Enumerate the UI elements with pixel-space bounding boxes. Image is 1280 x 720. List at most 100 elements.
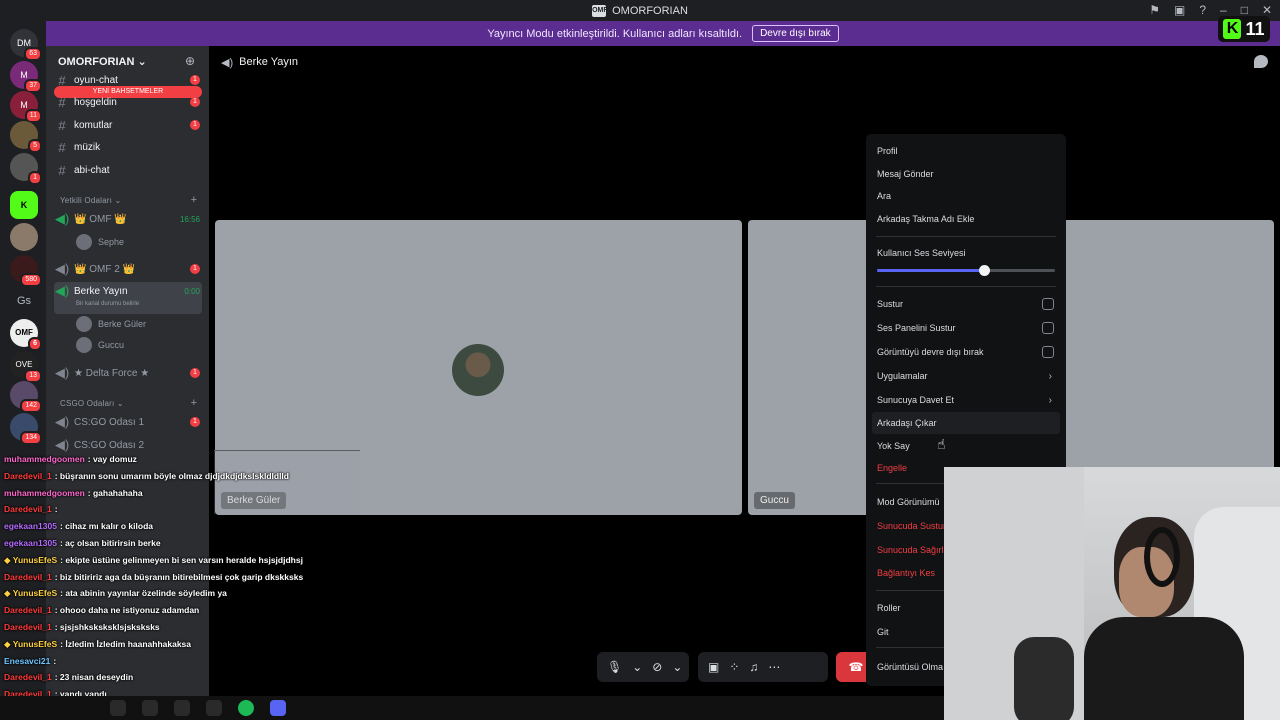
invite-icon[interactable]: ⊕ [185, 54, 195, 68]
camera-off-icon[interactable]: ⊘ [652, 660, 662, 674]
chat-bubble-icon[interactable] [1254, 55, 1268, 68]
microphone-icon[interactable]: 🎙 [607, 660, 622, 674]
app-icon[interactable] [206, 700, 222, 716]
chat-username: Daredevil_1 [4, 605, 52, 616]
menu-item-remove-friend[interactable]: Arkadaşı Çıkar [872, 412, 1060, 434]
help-icon[interactable]: ? [1199, 3, 1206, 17]
voice-channel-omf-2[interactable]: ◀) 👑 OMF 2 👑 1 [54, 259, 204, 279]
spotify-icon[interactable] [238, 700, 254, 716]
voice-channel-berke-yayin[interactable]: ◀) Berke Yayın 0:00 [54, 281, 204, 301]
guild-icon[interactable]: M 11 [10, 91, 42, 123]
speaker-icon: ◀) [54, 365, 70, 380]
chat-username: muhammedgoomen [4, 454, 85, 464]
streamer-mode-text: Yayıncı Modu etkinleştirildi. Kullanıcı … [487, 27, 743, 40]
checkbox[interactable] [1042, 298, 1054, 310]
soundboard-icon[interactable]: ♫ [749, 660, 758, 674]
chat-username: egekaan1305 [4, 521, 57, 532]
maximize-button[interactable]: □ [1241, 3, 1248, 17]
chevron-right-icon: › [1048, 394, 1052, 406]
screen-icon[interactable]: ▣ [1174, 3, 1185, 17]
user-volume-slider[interactable] [877, 265, 1055, 276]
app-icon[interactable] [174, 700, 190, 716]
headset [1144, 527, 1180, 587]
checkbox[interactable] [1042, 322, 1054, 334]
chevron-down-icon[interactable]: ⌄ [632, 660, 642, 674]
menu-item-invite-to-server[interactable]: Sunucuya Davet Et › [872, 389, 1060, 411]
guild-icon[interactable]: 134 [10, 413, 42, 445]
screen-share-icon[interactable]: ▣ [708, 660, 719, 674]
chat-text: : vay domuz [87, 454, 137, 464]
guild-icon[interactable]: OMF 6 [10, 319, 42, 351]
channel-komutlar[interactable]: # komutlar 1 [54, 115, 204, 135]
voice-member[interactable]: Sephe [76, 234, 124, 250]
guild-icon[interactable]: 1 [10, 153, 42, 185]
menu-item-profile[interactable]: Profil [872, 140, 1060, 162]
mention-badge: 1 [190, 264, 200, 274]
menu-item-add-nickname[interactable]: Arkadaş Takma Adı Ekle [872, 208, 1060, 230]
chat-username: ◆ YunusEfeS [4, 588, 58, 599]
menu-item-call[interactable]: Ara [872, 185, 1060, 207]
chat-text: : 23 nisan deseydin [54, 672, 134, 683]
chat-username: Daredevil_1 [4, 622, 52, 632]
guild-icon[interactable] [10, 223, 38, 251]
chat-message: Daredevil_1: ohooo daha ne istiyonuz ada… [4, 605, 199, 615]
voice-channel-delta-force[interactable]: ◀) ★ Delta Force ★ 1 [54, 363, 204, 383]
voice-channel-csgo-1[interactable]: ◀) CS:GO Odası 1 1 [54, 412, 204, 432]
checkbox[interactable] [1042, 346, 1054, 358]
menu-item-message[interactable]: Mesaj Gönder [872, 163, 1060, 185]
guild-badge: 580 [20, 273, 42, 287]
slider-handle[interactable] [978, 265, 990, 276]
inbox-icon[interactable]: ⚑ [1149, 3, 1160, 17]
app-icon[interactable] [110, 700, 126, 716]
category-label: Yetkili Odaları [60, 196, 113, 205]
channel-name: CS:GO Odası 1 [74, 416, 145, 428]
guild-icon[interactable]: M 37 [10, 61, 42, 93]
server-name: OMORFORIAN [58, 56, 135, 68]
voice-member[interactable]: Berke Güler [76, 316, 146, 332]
person-body [1084, 617, 1244, 720]
menu-item-ignore[interactable]: Yok Say [872, 435, 1060, 457]
chevron-down-icon[interactable]: ⌄ [672, 660, 682, 674]
server-name-button[interactable]: OMORFORIAN ⌄ [58, 55, 147, 68]
channel-hosgeldin[interactable]: # hoşgeldin 1 [54, 92, 204, 112]
chat-message: ◆ YunusEfeS: ekipte üstüne gelinmeyen bi… [4, 555, 303, 566]
chat-message: Daredevil_1: 23 nisan deseydin [4, 672, 133, 682]
guild-icon[interactable]: 5 [10, 121, 42, 153]
guild-icon[interactable]: 142 [10, 381, 42, 413]
voice-channel-csgo-2[interactable]: ◀) CS:GO Odası 2 [54, 435, 204, 455]
channel-name: hoşgeldin [74, 96, 117, 108]
menu-item-mute[interactable]: Sustur [872, 293, 1060, 315]
voice-channel-omf[interactable]: ◀) 👑 OMF 👑 16:56 [54, 209, 204, 229]
mention-badge: 1 [190, 120, 200, 130]
kick-viewer-badge: K 11 [1218, 16, 1270, 42]
category-csgo[interactable]: CSGO Odaları ⌄ [60, 399, 124, 408]
chat-message: Enesavci21: [4, 656, 56, 666]
menu-item-mute-soundboard[interactable]: Ses Panelini Sustur [872, 317, 1060, 339]
channel-muzik[interactable]: # müzik [54, 137, 204, 157]
menu-label: Uygulamalar [877, 371, 928, 381]
discord-icon[interactable] [270, 700, 286, 716]
close-button[interactable]: ✕ [1262, 3, 1272, 17]
channel-abi-chat[interactable]: # abi-chat [54, 160, 204, 180]
menu-item-apps[interactable]: Uygulamalar › [872, 365, 1060, 387]
disable-streamer-mode-button[interactable]: Devre dışı bırak [752, 25, 839, 42]
app-icon[interactable] [142, 700, 158, 716]
guild-icon[interactable]: 580 [10, 255, 42, 287]
add-channel-icon[interactable]: + [191, 194, 197, 206]
channel-status-hint[interactable]: Bir kanal durumu belirle [76, 301, 139, 307]
voice-member[interactable]: Guccu [76, 337, 124, 353]
kick-guild-icon[interactable]: K [10, 191, 38, 219]
direct-messages-button[interactable]: DM 63 [10, 29, 42, 61]
guild-icon[interactable]: OVE 13 [10, 351, 42, 383]
category-yetkili[interactable]: Yetkili Odaları ⌄ [60, 196, 121, 205]
add-channel-icon[interactable]: + [191, 397, 197, 409]
activities-icon[interactable]: ⁘ [729, 660, 739, 674]
menu-label: Görüntüyü devre dışı bırak [877, 347, 984, 357]
overlay-ghost-panel [214, 450, 360, 514]
chat-message: Daredevil_1: büşranın sonu umarım böyle … [4, 471, 289, 481]
minimize-button[interactable]: – [1220, 3, 1227, 17]
guild-icon[interactable]: Gs [10, 287, 38, 315]
more-icon[interactable]: ⋯ [768, 660, 780, 674]
chat-text: : [53, 655, 57, 666]
menu-item-disable-video[interactable]: Görüntüyü devre dışı bırak [872, 341, 1060, 363]
